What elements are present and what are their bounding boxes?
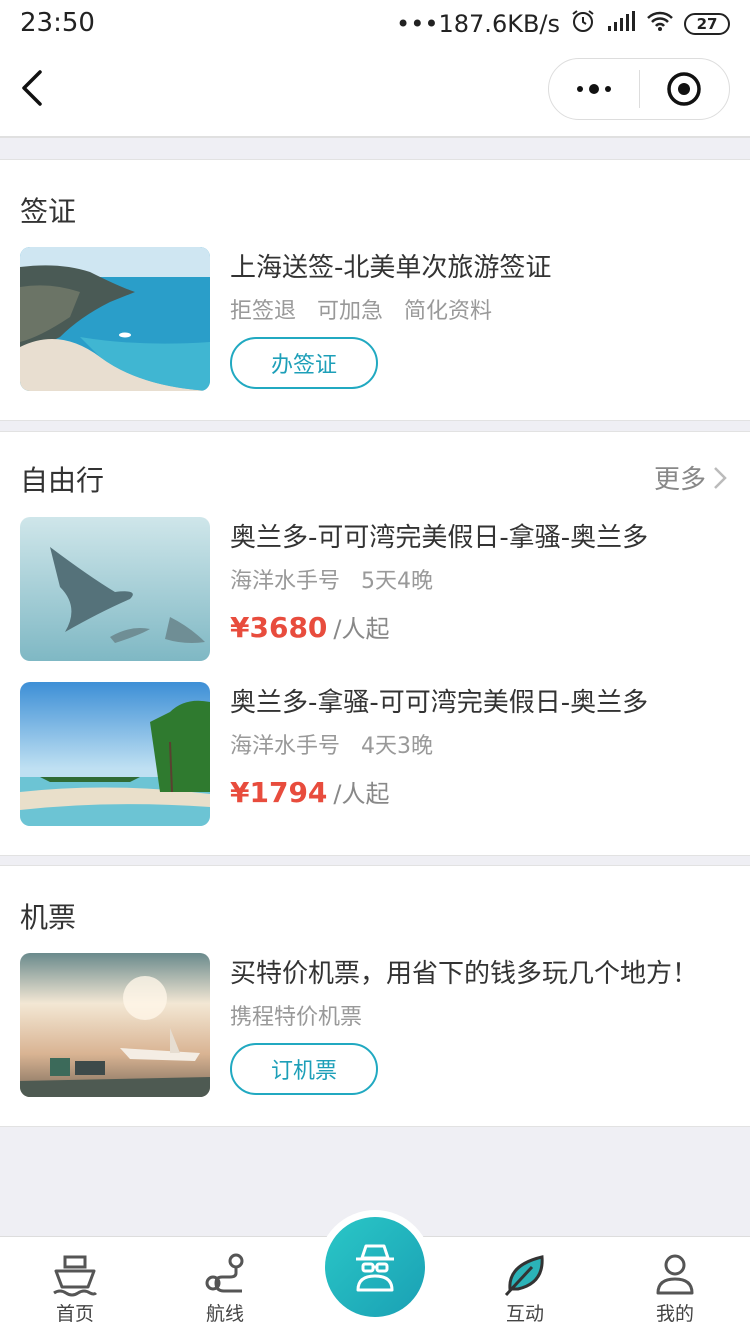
cruise-title: 奥兰多-可可湾完美假日-拿骚-奥兰多 xyxy=(230,523,649,553)
price-unit: /人起 xyxy=(333,615,390,643)
chevron-left-icon xyxy=(22,70,42,106)
visa-item[interactable]: 上海送签-北美单次旅游签证 拒签退 可加急 简化资料 办签证 xyxy=(20,247,730,392)
visa-tag: 拒签退 xyxy=(230,299,297,324)
flight-title: 买特价机票，用省下的钱多玩几个地方！ xyxy=(230,959,699,989)
cruise-ship-name: 海洋水手号 xyxy=(230,734,341,759)
alarm-icon xyxy=(570,8,596,40)
section-title: 机票 xyxy=(20,901,77,934)
free-travel-section: 自由行 更多 奥兰多-可可湾完美假日-拿骚-奥兰多 海洋水手号 5天4晚 ¥36… xyxy=(0,431,750,856)
mini-program-capsule xyxy=(548,58,730,120)
price-unit: /人起 xyxy=(333,780,390,808)
status-bar: 23:50 •••187.6KB/s 27 xyxy=(0,0,750,50)
chevron-right-icon xyxy=(714,466,727,489)
tab-routes[interactable]: 航线 xyxy=(150,1237,300,1334)
center-action-inner xyxy=(325,1217,425,1317)
cruise-price: ¥3680 xyxy=(230,611,328,644)
cruise-item[interactable]: 奥兰多-拿骚-可可湾完美假日-奥兰多 海洋水手号 4天3晚 ¥1794 /人起 xyxy=(20,682,730,827)
more-label: 更多 xyxy=(653,465,706,495)
visa-item-title: 上海送签-北美单次旅游签证 xyxy=(230,253,552,283)
nav-bar xyxy=(0,50,750,138)
visa-item-tags: 拒签退 可加急 简化资料 xyxy=(230,293,506,325)
tab-label: 我的 xyxy=(655,1303,694,1325)
visa-tag: 简化资料 xyxy=(404,299,493,324)
signal-icon xyxy=(606,10,636,38)
flights-section: 机票 买特价机票，用省下的钱多玩几个地方！ 携程特价机票 订机票 xyxy=(0,865,750,1127)
cruise-thumbnail xyxy=(20,517,210,661)
incognito-icon xyxy=(356,1244,394,1292)
section-title: 自由行 xyxy=(20,464,105,497)
route-icon xyxy=(205,1253,244,1293)
network-speed: •••187.6KB/s xyxy=(396,10,560,38)
flight-item[interactable]: 买特价机票，用省下的钱多玩几个地方！ 携程特价机票 订机票 xyxy=(20,953,730,1098)
apply-visa-button[interactable]: 办签证 xyxy=(230,337,378,389)
ship-icon xyxy=(53,1255,98,1297)
more-link[interactable]: 更多 xyxy=(654,459,728,496)
tab-mine[interactable]: 我的 xyxy=(600,1237,750,1334)
flight-subtitle: 携程特价机票 xyxy=(230,1005,363,1030)
cruise-meta: 海洋水手号 4天3晚 xyxy=(230,728,447,760)
cruise-thumbnail xyxy=(20,682,210,826)
tab-home[interactable]: 首页 xyxy=(0,1237,150,1334)
cruise-price-row: ¥1794 /人起 xyxy=(230,774,390,809)
cruise-item[interactable]: 奥兰多-可可湾完美假日-拿骚-奥兰多 海洋水手号 5天4晚 ¥3680 /人起 xyxy=(20,517,730,662)
cruise-price-row: ¥3680 /人起 xyxy=(230,609,390,644)
cruise-duration: 5天4晚 xyxy=(361,569,434,594)
tab-label: 互动 xyxy=(505,1303,544,1325)
tab-interact[interactable]: 互动 xyxy=(450,1237,600,1334)
target-icon xyxy=(667,72,701,106)
cruise-price: ¥1794 xyxy=(230,776,328,809)
section-title: 签证 xyxy=(20,195,77,228)
tab-label: 首页 xyxy=(55,1303,94,1325)
cruise-title: 奥兰多-拿骚-可可湾完美假日-奥兰多 xyxy=(230,688,649,718)
user-icon xyxy=(656,1254,694,1295)
battery-indicator: 27 xyxy=(684,13,730,35)
cruise-duration: 4天3晚 xyxy=(361,734,434,759)
close-mini-program-button[interactable] xyxy=(640,59,730,119)
visa-section: 签证 上海送签-北美单次旅游签证 拒签退 可加急 简化资料 办签证 xyxy=(0,159,750,421)
status-time: 23:50 xyxy=(20,8,95,38)
wifi-icon xyxy=(646,10,674,38)
book-flight-button[interactable]: 订机票 xyxy=(230,1043,378,1095)
visa-tag: 可加急 xyxy=(317,299,384,324)
more-menu-button[interactable] xyxy=(549,59,639,119)
cruise-ship-name: 海洋水手号 xyxy=(230,569,341,594)
more-dots-icon xyxy=(576,84,611,94)
status-indicators: •••187.6KB/s 27 xyxy=(396,8,730,40)
cruise-meta: 海洋水手号 5天4晚 xyxy=(230,563,447,595)
flight-thumbnail xyxy=(20,953,210,1097)
center-action-button[interactable] xyxy=(318,1210,432,1324)
leaf-icon xyxy=(504,1255,544,1297)
tab-label: 航线 xyxy=(205,1303,244,1325)
visa-thumbnail xyxy=(20,247,210,391)
back-button[interactable] xyxy=(14,66,54,110)
